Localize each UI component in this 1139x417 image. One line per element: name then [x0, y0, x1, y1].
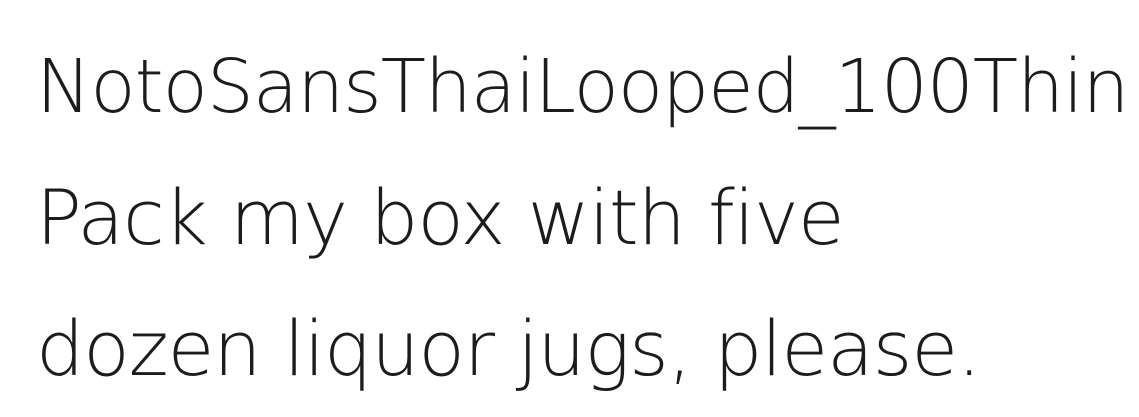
sample-text-line-2: dozen liquor jugs, please. — [36, 304, 981, 393]
font-sample-canvas: NotoSansThaiLooped_100Thin Pack my box w… — [0, 0, 1139, 417]
font-name-title: NotoSansThaiLooped_100Thin — [36, 44, 1129, 130]
sample-text-line-1: Pack my box with five — [36, 173, 845, 262]
